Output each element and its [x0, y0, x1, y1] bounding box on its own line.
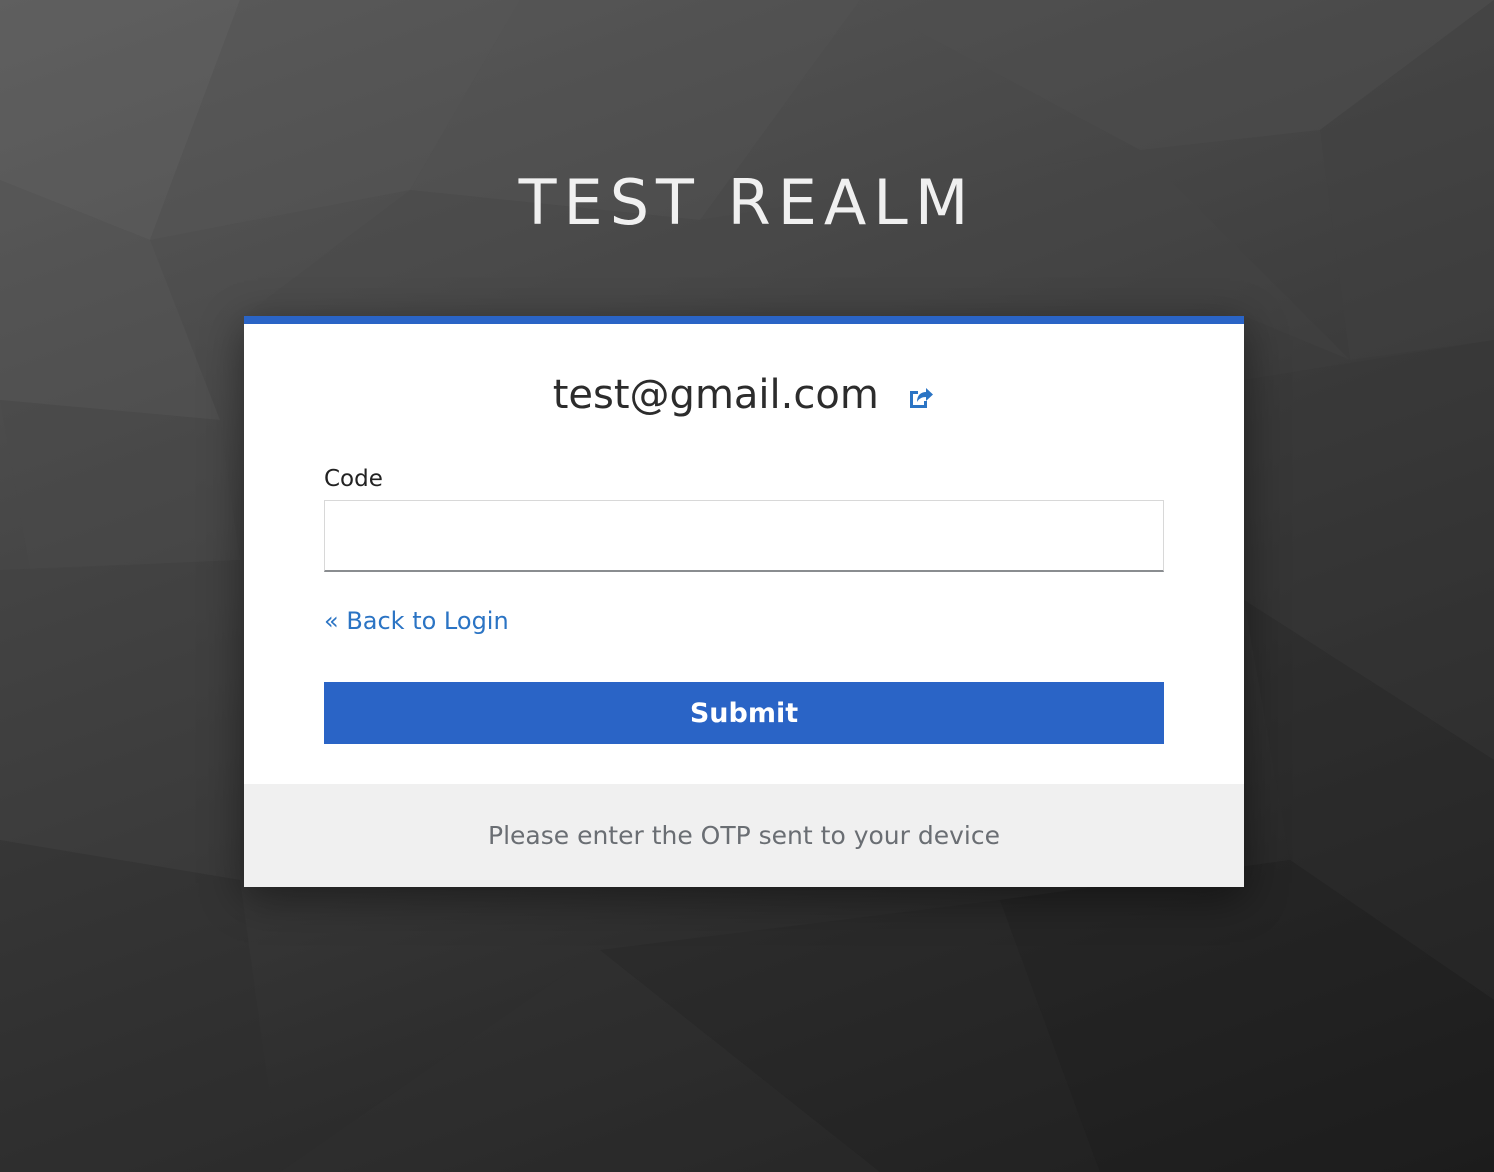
submit-button[interactable]: Submit	[324, 682, 1164, 744]
attempted-username-row: test@gmail.com	[244, 372, 1244, 422]
login-card: test@gmail.com Code « Back to Login Subm…	[244, 316, 1244, 887]
back-to-login-link[interactable]: « Back to Login	[324, 607, 509, 635]
code-label: Code	[324, 466, 383, 492]
card-accent-bar	[244, 316, 1244, 324]
share-square-icon[interactable]	[907, 383, 935, 411]
login-page-background: TEST REALM test@gmail.com Code « Back to…	[0, 0, 1494, 1172]
info-text: Please enter the OTP sent to your device	[488, 821, 1000, 850]
realm-title: TEST REALM	[518, 165, 976, 239]
otp-code-input[interactable]	[324, 500, 1164, 572]
attempted-username: test@gmail.com	[552, 372, 879, 418]
info-footer: Please enter the OTP sent to your device	[244, 784, 1244, 887]
